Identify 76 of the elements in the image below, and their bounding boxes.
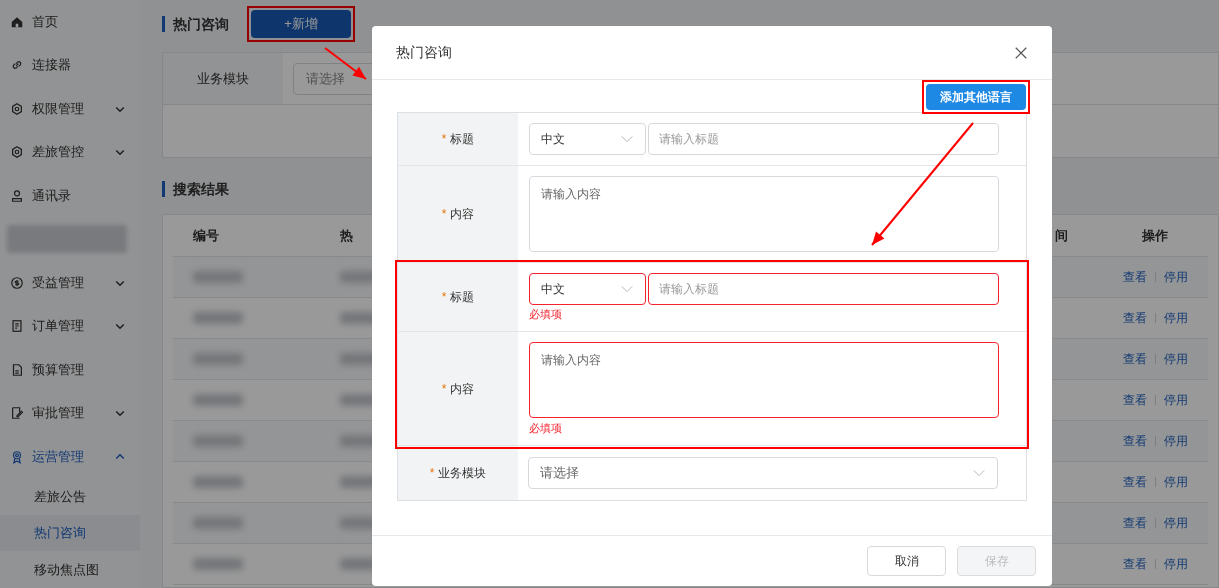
cancel-button[interactable]: 取消	[867, 546, 946, 576]
action-link[interactable]: 停用	[1163, 309, 1188, 327]
title-input[interactable]: 请输入标题	[648, 273, 999, 305]
redacted-text	[193, 312, 243, 324]
close-icon[interactable]	[1014, 45, 1028, 60]
action-link[interactable]: 停用	[1163, 391, 1188, 409]
action-link[interactable]: 停用	[1163, 350, 1188, 368]
section-accent-bar	[162, 181, 165, 197]
redacted-text	[193, 353, 243, 365]
action-link[interactable]: 停用	[1163, 268, 1188, 286]
content-textarea[interactable]: 请输入内容	[529, 342, 999, 418]
action-link[interactable]: 查看	[1122, 391, 1147, 409]
language-select[interactable]: 中文	[529, 123, 646, 155]
action-link[interactable]: 查看	[1122, 555, 1147, 573]
sidebar-item[interactable]: 连接器	[0, 43, 140, 87]
action-link[interactable]: 停用	[1163, 473, 1188, 491]
sidebar-subitem[interactable]: 热门咨询	[0, 514, 140, 552]
language-select[interactable]: 中文	[529, 273, 646, 305]
sidebar-item[interactable]: 订单管理	[0, 304, 140, 348]
field-label: 标题	[450, 289, 475, 306]
action-link[interactable]: 查看	[1122, 268, 1147, 286]
add-language-button[interactable]: 添加其他语言	[926, 84, 1026, 110]
redacted-text	[193, 517, 243, 529]
sidebar-item[interactable]: 预算管理	[0, 347, 140, 392]
field-label: 标题	[450, 131, 475, 148]
redacted-text	[193, 558, 243, 570]
sidebar-subitem[interactable]: 差旅公告	[0, 478, 140, 515]
field-label: 内容	[450, 206, 475, 223]
error-message: 必填项	[529, 421, 563, 435]
required-mark: *	[441, 206, 447, 223]
action-link[interactable]: 查看	[1122, 432, 1147, 450]
sidebar-item[interactable]: 权限管理	[0, 86, 140, 131]
required-mark: *	[441, 131, 447, 148]
title-accent-bar	[162, 16, 165, 32]
sidebar-item[interactable]: 受益管理	[0, 260, 140, 305]
action-link[interactable]: 停用	[1163, 432, 1188, 450]
filter-label: 业务模块	[163, 53, 283, 104]
redacted-text	[193, 271, 243, 283]
column-header: 间	[1055, 226, 1069, 245]
person-icon	[10, 188, 24, 203]
sidebar-item[interactable]: 差旅管控	[0, 130, 140, 174]
action-link[interactable]: 停用	[1163, 514, 1188, 532]
document-icon	[10, 362, 24, 377]
page-title: 热门咨询	[173, 14, 229, 34]
redacted-text	[193, 435, 243, 447]
action-link[interactable]: 查看	[1122, 309, 1147, 327]
action-link[interactable]: 查看	[1122, 514, 1147, 532]
column-header: 热	[340, 226, 354, 245]
column-header: 操作	[1141, 226, 1169, 245]
field-label: 业务模块	[438, 465, 487, 482]
required-mark: *	[441, 380, 447, 398]
badge-icon	[10, 449, 24, 464]
action-link[interactable]: 查看	[1122, 350, 1147, 368]
add-button[interactable]: +新增	[251, 10, 351, 38]
settings-icon	[10, 145, 24, 160]
action-link[interactable]: 停用	[1163, 555, 1188, 573]
column-header: 编号	[192, 226, 220, 245]
sidebar-item[interactable]: 通讯录	[0, 173, 140, 218]
dialog-title: 热门咨询	[396, 43, 452, 62]
module-select[interactable]: 请选择	[528, 457, 998, 489]
section-title: 搜索结果	[173, 179, 229, 199]
error-message: 必填项	[529, 307, 563, 321]
sidebar-item[interactable]: 审批管理	[0, 391, 140, 435]
coin-icon	[10, 275, 24, 290]
edit-document-icon	[10, 406, 24, 421]
required-mark: *	[441, 289, 447, 306]
action-link[interactable]: 查看	[1122, 473, 1147, 491]
sidebar-item[interactable]: 运营管理	[0, 434, 140, 479]
field-label: 内容	[450, 380, 475, 398]
required-mark: *	[429, 465, 435, 482]
receipt-icon	[10, 319, 24, 334]
redacted-text	[193, 476, 243, 488]
sidebar-item[interactable]: 首页	[0, 0, 140, 44]
settings-icon	[10, 101, 24, 116]
sidebar-subitem[interactable]: 移动焦点图	[0, 551, 140, 588]
redacted-text	[193, 394, 243, 406]
